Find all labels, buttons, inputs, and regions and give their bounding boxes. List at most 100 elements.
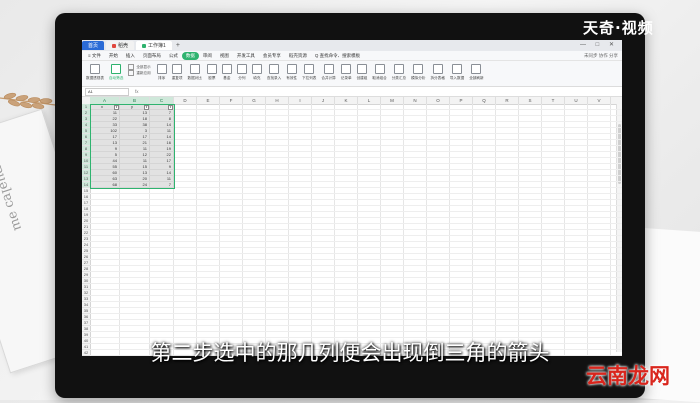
grid-row-line bbox=[90, 319, 622, 320]
column-header-E[interactable]: E bbox=[197, 97, 220, 104]
grid-row-line bbox=[90, 271, 622, 272]
menu-item-7[interactable]: 视图 bbox=[216, 53, 233, 59]
grid-row-line bbox=[90, 259, 622, 260]
column-header-O[interactable]: O bbox=[427, 97, 450, 104]
grid-row-line bbox=[90, 229, 622, 230]
grid-row-line bbox=[90, 325, 622, 326]
ribbon-button-20[interactable]: 全部刷新 bbox=[469, 64, 484, 81]
tool-icon bbox=[156, 64, 167, 74]
column-header-D[interactable]: D bbox=[174, 97, 197, 104]
column-header-P[interactable]: P bbox=[450, 97, 473, 104]
ribbon-button-label: 分列 bbox=[238, 76, 246, 80]
tab-docer[interactable]: 稻壳 bbox=[106, 41, 135, 50]
ribbon-button-19[interactable]: 导入数据 bbox=[450, 64, 464, 81]
new-tab-button[interactable]: + bbox=[176, 42, 180, 49]
menu-item-10[interactable]: 稻壳资源 bbox=[285, 53, 311, 59]
ribbon-button-9[interactable]: 查找录入 bbox=[267, 64, 281, 81]
column-header-L[interactable]: L bbox=[358, 97, 381, 104]
column-header-G[interactable]: G bbox=[243, 97, 266, 104]
ribbon-button-label: 重复项 bbox=[171, 76, 183, 80]
column-header-A[interactable]: A bbox=[90, 97, 120, 104]
tool-icon bbox=[393, 64, 404, 74]
tab-home-label: 首页 bbox=[88, 43, 99, 49]
column-header-Q[interactable]: Q bbox=[473, 97, 496, 104]
tool-icon bbox=[206, 64, 217, 74]
title-bar: 首页 稻壳 工作簿1 + — □ ✕ bbox=[82, 40, 622, 51]
ribbon-button-5[interactable]: 股票 bbox=[206, 64, 217, 81]
grid-row-line bbox=[90, 295, 622, 296]
ribbon-button-2[interactable]: 排序 bbox=[156, 64, 167, 81]
table-cell[interactable]: 68 bbox=[90, 182, 117, 188]
ribbon-button-15[interactable]: 取消组合 bbox=[372, 64, 387, 81]
ribbon-button-8[interactable]: 填充 bbox=[251, 64, 262, 81]
tool-icon bbox=[172, 64, 183, 74]
column-header-U[interactable]: U bbox=[565, 97, 588, 104]
ribbon-button-6[interactable]: 基金 bbox=[221, 64, 232, 81]
ribbon-toolbar: 数据透视表 自动筛选 全部显示 重新应用 排序 重复项 数据对比 股票 基金 分列 填充 查找录入 有效… bbox=[82, 61, 622, 87]
ribbon-button-14[interactable]: 创建组 bbox=[357, 64, 367, 81]
menu-item-4[interactable]: 公式 bbox=[165, 53, 182, 59]
column-header-K[interactable]: K bbox=[335, 97, 358, 104]
column-header-B[interactable]: B bbox=[120, 97, 150, 104]
ribbon-button-18[interactable]: 拆分表格 bbox=[430, 64, 445, 81]
tab-home[interactable]: 首页 bbox=[82, 41, 105, 50]
menu-item-5[interactable]: 数据 bbox=[181, 51, 199, 60]
tool-icon bbox=[432, 64, 443, 74]
column-header-N[interactable]: N bbox=[404, 97, 427, 104]
grid-row-line bbox=[90, 307, 622, 308]
grid-row-line bbox=[90, 211, 622, 212]
column-header-V[interactable]: V bbox=[588, 97, 611, 104]
table-cell[interactable]: 24 bbox=[120, 182, 147, 188]
table-cell[interactable]: 7 bbox=[150, 182, 171, 188]
grid-row-line bbox=[90, 253, 622, 254]
sheet-icon bbox=[142, 43, 147, 48]
sheet-grid[interactable]: ABCDEFGHIJKLMNOPQRSTUV 1 2 3 4 5 6 7 8 9 10 11 12 13… bbox=[82, 97, 622, 356]
filter-sub-option-1[interactable]: 重新应用 bbox=[128, 70, 150, 76]
name-box[interactable]: A1 bbox=[85, 87, 129, 96]
vertical-scrollbar[interactable] bbox=[616, 104, 622, 352]
tool-icon bbox=[236, 64, 247, 74]
ribbon-button-12[interactable]: 合并计算 bbox=[321, 64, 336, 81]
menu-right-actions[interactable]: 未同步 协作 分享 bbox=[584, 53, 622, 59]
menu-item-8[interactable]: 开发工具 bbox=[233, 53, 259, 59]
ribbon-button-3[interactable]: 重复项 bbox=[172, 64, 183, 81]
ribbon-button-17[interactable]: 模拟分析 bbox=[411, 64, 425, 81]
ribbon-button-10[interactable]: 有效性 bbox=[286, 64, 297, 81]
ribbon-button-label: 全部刷新 bbox=[469, 76, 484, 80]
ribbon-button-label: 查找录入 bbox=[266, 76, 282, 80]
column-header-I[interactable]: I bbox=[289, 97, 312, 104]
ribbon-button-4[interactable]: 数据对比 bbox=[188, 64, 202, 81]
ribbon-button-7[interactable]: 分列 bbox=[236, 64, 247, 81]
column-header-M[interactable]: M bbox=[381, 97, 404, 104]
ribbon-button-label: 股票 bbox=[208, 76, 216, 80]
column-header-R[interactable]: R bbox=[496, 97, 519, 104]
menu-item-6[interactable]: 审阅 bbox=[199, 53, 216, 59]
column-header-S[interactable]: S bbox=[519, 97, 542, 104]
column-header-F[interactable]: F bbox=[220, 97, 243, 104]
tool-icon bbox=[221, 64, 232, 74]
column-header-T[interactable]: T bbox=[542, 97, 565, 104]
tab-workbook[interactable]: 工作簿1 bbox=[136, 41, 172, 50]
menu-item-11[interactable]: Q 查找命令、搜索模板 bbox=[311, 53, 364, 59]
ribbon-button-1[interactable]: 自动筛选 bbox=[109, 64, 123, 81]
column-header-H[interactable]: H bbox=[266, 97, 289, 104]
menu-item-0[interactable]: ≡ 文件 bbox=[84, 53, 105, 59]
menu-item-2[interactable]: 插入 bbox=[122, 53, 139, 59]
menu-bar: ≡ 文件 开始 插入 页面布局 公式 数据 审阅 视图 开发工具 会员专享 稻壳资源 Q 查找命令、搜… bbox=[82, 51, 622, 61]
grid-row-line bbox=[90, 247, 622, 248]
fx-icon[interactable]: fx bbox=[135, 89, 139, 94]
ribbon-button-13[interactable]: 记录单 bbox=[341, 64, 352, 81]
ribbon-button-16[interactable]: 分类汇总 bbox=[392, 64, 406, 81]
menu-item-1[interactable]: 开始 bbox=[105, 53, 122, 59]
grid-row-line bbox=[90, 217, 622, 218]
ribbon-button-11[interactable]: 下拉列表 bbox=[302, 64, 316, 81]
grid-row-line bbox=[90, 193, 622, 194]
menu-item-9[interactable]: 会员专享 bbox=[259, 53, 285, 59]
column-header-C[interactable]: C bbox=[150, 97, 174, 104]
tool-icon bbox=[374, 64, 385, 74]
menu-item-3[interactable]: 页面布局 bbox=[139, 53, 165, 59]
column-header-J[interactable]: J bbox=[312, 97, 335, 104]
ribbon-button-0[interactable]: 数据透视表 bbox=[86, 64, 104, 81]
filter-sub-group: 全部显示 重新应用 bbox=[128, 64, 150, 76]
window-controls[interactable]: — □ ✕ bbox=[580, 41, 618, 48]
